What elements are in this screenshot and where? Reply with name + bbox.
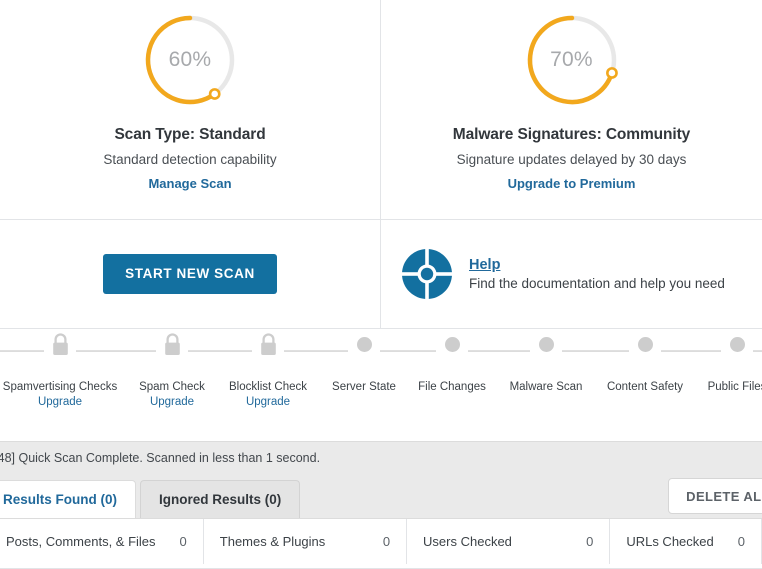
upgrade-to-premium-link[interactable]: Upgrade to Premium [508, 176, 636, 191]
step-dot-icon [730, 329, 745, 359]
counter-cell: Themes & Plugins 0 [204, 519, 407, 564]
results-counters-row: Posts, Comments, & Files0Themes & Plugin… [0, 518, 762, 569]
counter-label: Users Checked [423, 534, 512, 549]
step-label: Public Files [708, 381, 762, 393]
step-dot-icon [445, 337, 460, 352]
scan-type-gauge: 60% [138, 8, 242, 112]
step-label: Malware Scan [510, 381, 583, 393]
step-label: File Changes [418, 381, 486, 393]
counter-value: 0 [359, 534, 390, 549]
scan-status-bar: N 18 12:38:48] Quick Scan Complete. Scan… [0, 441, 762, 476]
step-label: Spam Check [139, 381, 205, 393]
step-dot-icon [638, 337, 653, 352]
manage-scan-link[interactable]: Manage Scan [148, 176, 231, 191]
scan-type-panel: 60% Scan Type: Standard Standard detecti… [0, 0, 381, 219]
step-dot-icon [357, 337, 372, 352]
lock-icon [259, 329, 278, 359]
step-label: Server State [332, 381, 396, 393]
malware-signatures-title: Malware Signatures: Community [453, 126, 690, 144]
step-upgrade-link[interactable]: Upgrade [38, 396, 82, 408]
help-link[interactable]: Help [469, 257, 725, 273]
step-dot-icon [638, 329, 653, 359]
start-new-scan-button[interactable]: START NEW SCAN [103, 254, 277, 294]
step-label: Content Safety [607, 381, 683, 393]
lock-icon [51, 329, 70, 359]
step-upgrade-link[interactable]: Upgrade [246, 396, 290, 408]
help-subtitle: Find the documentation and help you need [469, 276, 725, 291]
step-dot-icon [539, 337, 554, 352]
step-dot-icon [730, 337, 745, 352]
malware-signatures-gauge-value: 70% [520, 8, 624, 112]
help-block[interactable]: Help Find the documentation and help you… [401, 248, 725, 300]
step-upgrade-link[interactable]: Upgrade [150, 396, 194, 408]
scan-status-message: N 18 12:38:48] Quick Scan Complete. Scan… [0, 451, 320, 465]
step-dot-icon [539, 329, 554, 359]
scan-features-steps: Spamvertising Checks Upgrade Spam Check Upg… [0, 329, 762, 430]
counter-value: 0 [156, 534, 187, 549]
counter-cell: Users Checked 0 [407, 519, 610, 564]
counter-value: 0 [714, 534, 745, 549]
counter-label: Themes & Plugins [220, 534, 326, 549]
lifebuoy-icon [401, 248, 453, 300]
step-item: Public Files [677, 329, 762, 393]
actions-row: START NEW SCAN Help Find t [0, 220, 762, 329]
results-tabs: Results Found (0)Ignored Results (0) [0, 476, 762, 518]
results-tab[interactable]: Ignored Results (0) [140, 480, 300, 518]
step-label: Spamvertising Checks [3, 381, 117, 393]
start-scan-panel: START NEW SCAN [0, 220, 381, 328]
step-item: Spamvertising Checks Upgrade [0, 329, 120, 408]
counter-cell: URLs Checked0 [610, 519, 762, 564]
scan-type-subtitle: Standard detection capability [103, 152, 276, 167]
counter-label: Posts, Comments, & Files [6, 534, 156, 549]
step-dot-icon [445, 329, 460, 359]
step-label: Blocklist Check [229, 381, 307, 393]
help-text: Help Find the documentation and help you… [469, 257, 725, 291]
counter-value: 0 [562, 534, 593, 549]
results-tab[interactable]: Results Found (0) [0, 480, 136, 518]
lock-icon [163, 329, 182, 359]
malware-signatures-panel: 70% Malware Signatures: Community Signat… [381, 0, 762, 219]
step-dot-icon [357, 329, 372, 359]
malware-signatures-subtitle: Signature updates delayed by 30 days [457, 152, 687, 167]
counter-label: URLs Checked [626, 534, 713, 549]
malware-signatures-gauge: 70% [520, 8, 624, 112]
scan-type-gauge-value: 60% [138, 8, 242, 112]
help-panel: Help Find the documentation and help you… [381, 220, 762, 328]
delete-all-button[interactable]: DELETE ALL [668, 478, 762, 514]
scan-type-title: Scan Type: Standard [114, 126, 265, 144]
counter-cell: Posts, Comments, & Files0 [0, 519, 204, 564]
summary-gauges-row: 60% Scan Type: Standard Standard detecti… [0, 0, 762, 220]
